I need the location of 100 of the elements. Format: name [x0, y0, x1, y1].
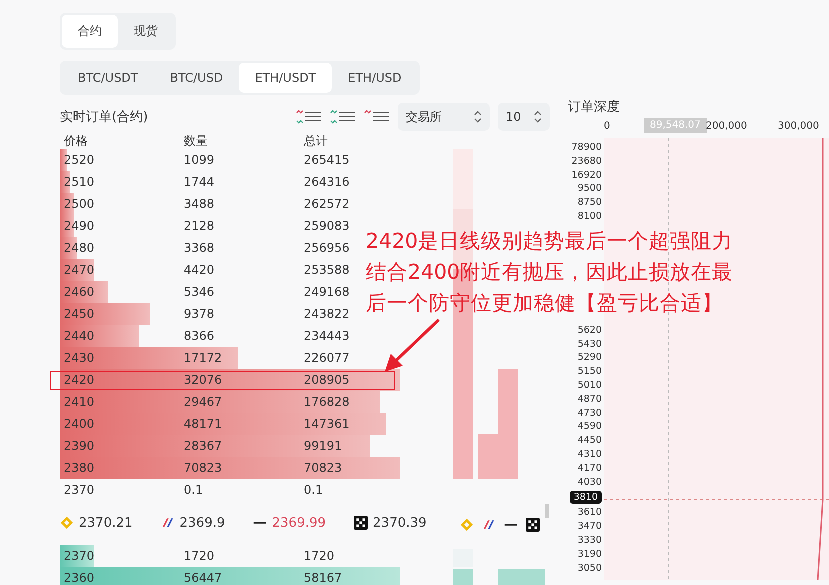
axis-label: 3470	[578, 520, 602, 534]
axis-label: 8750	[578, 196, 602, 210]
table-cell: 2410	[64, 395, 95, 409]
table-cell: 2520	[64, 153, 95, 167]
current-price-label: 3810	[570, 491, 602, 504]
table-cell: 147361	[304, 417, 350, 431]
table-cell: 2370	[64, 483, 95, 497]
table-cell: 3368	[184, 241, 215, 255]
scrollbar[interactable]	[545, 504, 549, 518]
exchange-price: 2369.9	[180, 516, 226, 530]
exchange-select[interactable]: 交易所	[398, 103, 490, 131]
table-cell: 3488	[184, 197, 215, 211]
table-cell: 58167	[304, 571, 342, 585]
axis-label: 16920	[572, 168, 602, 182]
table-cell: 32076	[184, 373, 222, 387]
exchange-price: 2369.99	[272, 516, 326, 530]
order-view-icon[interactable]	[364, 110, 390, 124]
axis-label: 4590	[578, 420, 602, 434]
table-cell: 2370	[64, 549, 95, 563]
table-cell: 256956	[304, 241, 350, 255]
order-view-icon[interactable]	[330, 110, 356, 124]
table-cell: 2380	[64, 461, 95, 475]
exchange-price: 2370.39	[373, 516, 427, 530]
table-cell: 208905	[304, 373, 350, 387]
diamond-icon	[60, 516, 74, 530]
table-cell: 2360	[64, 571, 95, 585]
axis-label: 23680	[572, 154, 602, 169]
exchange-price: 2370.21	[79, 516, 133, 530]
caret-icon	[534, 111, 542, 123]
table-cell: 0.1	[184, 483, 204, 497]
column-header: 数量	[184, 133, 208, 150]
pair-tab[interactable]: BTC/USD	[154, 63, 240, 93]
caret-icon	[474, 111, 482, 123]
axis-label: 5010	[578, 378, 602, 393]
pair-tab[interactable]: ETH/USDT	[239, 63, 332, 93]
table-cell: 2390	[64, 439, 95, 453]
axis-label: 5430	[578, 338, 602, 352]
depth-chart-title: 订单深度	[568, 99, 621, 116]
table-cell: 9378	[184, 307, 215, 321]
order-view-icon[interactable]	[296, 110, 322, 124]
table-cell: 1744	[184, 175, 215, 189]
table-cell: 253588	[304, 263, 350, 277]
table-cell: 226077	[304, 351, 350, 365]
table-cell: 1720	[184, 549, 215, 563]
table-cell: 4420	[184, 263, 215, 277]
stripes-icon	[482, 518, 496, 532]
axis-label: 3050	[578, 562, 602, 576]
table-cell: 259083	[304, 219, 350, 233]
table-cell: 48171	[184, 417, 222, 431]
table-cell: 2400	[64, 417, 95, 431]
axis-label: 8100	[578, 210, 602, 224]
table-cell: 56447	[184, 571, 222, 585]
table-cell: 2510	[64, 175, 95, 189]
table-cell: 243822	[304, 307, 350, 321]
table-cell: 2420	[64, 373, 95, 387]
axis-label: 200,000	[706, 121, 748, 132]
table-cell: 8366	[184, 329, 215, 343]
dice-icon	[526, 518, 540, 532]
axis-label: 4030	[578, 476, 602, 490]
table-cell: 1099	[184, 153, 215, 167]
table-cell: 2128	[184, 219, 215, 233]
table-cell: 262572	[304, 197, 350, 211]
table-cell: 176828	[304, 395, 350, 409]
column-header: 价格	[64, 133, 88, 150]
table-cell: 5346	[184, 285, 215, 299]
axis-label: 4870	[578, 392, 602, 407]
annotation-text: 2420是日线级别趋势最后一个超强阻力 结合2400附近有抛压，因此止损放在最 后一个防守位更加稳健【盈亏比合适】	[366, 228, 734, 317]
table-cell: 249168	[304, 285, 350, 299]
axis-label: 4730	[578, 406, 602, 420]
axis-label: 5150	[578, 365, 602, 379]
table-cell: 2440	[64, 329, 95, 343]
axis-label: 0	[604, 121, 610, 132]
arrow-icon	[383, 318, 443, 374]
column-header: 总计	[304, 133, 328, 150]
table-cell: 2430	[64, 351, 95, 365]
table-cell: 99191	[304, 439, 342, 453]
order-book-title: 实时订单(合约)	[60, 109, 148, 126]
table-cell: 2470	[64, 263, 95, 277]
axis-label: 3190	[578, 548, 602, 562]
table-cell: 17172	[184, 351, 222, 365]
axis-label: 300,000	[778, 121, 820, 132]
stripes-icon	[160, 516, 175, 530]
axis-label: 3330	[578, 534, 602, 548]
axis-label: 4170	[578, 462, 602, 476]
table-cell: 70823	[184, 461, 222, 475]
market-tab[interactable]: 现货	[118, 15, 174, 48]
table-cell: 29467	[184, 395, 222, 409]
table-cell: 2450	[64, 307, 95, 321]
table-cell: 1720	[304, 549, 335, 563]
pair-tab[interactable]: ETH/USD	[332, 63, 418, 93]
market-tab[interactable]: 合约	[62, 15, 118, 48]
axis-label: 5290	[578, 351, 602, 366]
table-cell: 265415	[304, 153, 350, 167]
table-cell: 264316	[304, 175, 350, 189]
table-cell: 28367	[184, 439, 222, 453]
table-cell: 234443	[304, 329, 350, 343]
depth-select[interactable]: 10	[498, 103, 550, 131]
axis-label: 3610	[578, 506, 602, 520]
pair-tab[interactable]: BTC/USDT	[62, 63, 154, 93]
table-cell: 70823	[304, 461, 342, 475]
